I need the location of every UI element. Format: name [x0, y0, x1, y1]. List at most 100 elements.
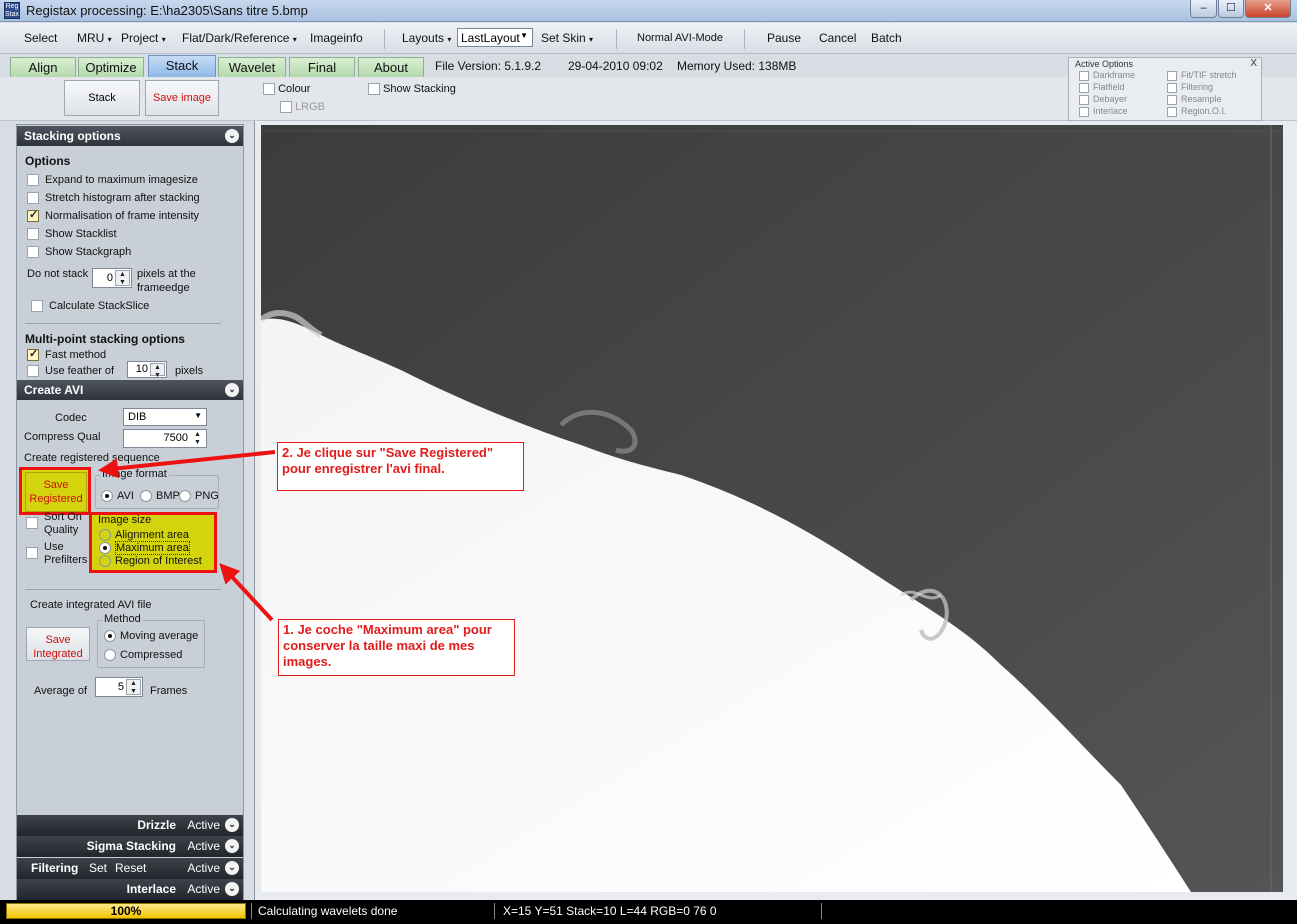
filtering-set-button[interactable]: Set [89, 858, 107, 879]
tab-wavelet[interactable]: Wavelet [218, 57, 286, 77]
collapse-icon[interactable]: ⌄ [225, 383, 239, 397]
frameedge-stepper[interactable]: 0 ▲ ▼ [92, 268, 132, 288]
moving-average-option[interactable]: Moving average [104, 630, 199, 643]
layout-select[interactable]: LastLayout ▼ [457, 28, 533, 47]
menu-imageinfo[interactable]: Imageinfo [310, 31, 363, 45]
compress-stepper[interactable]: 7500 ▲ ▼ [123, 429, 207, 448]
compressed-option[interactable]: Compressed [104, 649, 182, 662]
filtering-section[interactable]: Filtering Set Reset Active ⌄ [17, 858, 243, 879]
tab-final[interactable]: Final [289, 57, 355, 77]
minimize-icon[interactable]: – [1190, 0, 1217, 18]
average-stepper[interactable]: 5 ▲ ▼ [95, 677, 143, 697]
alignment-area-radio[interactable] [99, 529, 111, 542]
format-avi-option[interactable]: AVI [101, 490, 134, 503]
show-stacking-checkbox[interactable] [368, 83, 380, 96]
save-image-button[interactable]: Save image [145, 80, 219, 116]
collapse-icon[interactable]: ⌄ [225, 129, 239, 143]
codec-select[interactable]: DIB ▼ [123, 408, 207, 426]
normal-avi-mode-button[interactable]: Normal AVI-Mode [637, 32, 723, 44]
expand-option[interactable]: Expand to maximum imagesize [27, 174, 198, 187]
stretch-checkbox[interactable] [27, 192, 39, 205]
menu-set-skin[interactable]: Set Skin ▾ [541, 31, 593, 45]
sort-on-quality-option[interactable]: Sort On Quality [26, 511, 92, 537]
tab-about[interactable]: About [358, 57, 424, 77]
image-viewport[interactable] [254, 121, 1297, 900]
menu-project[interactable]: Project ▾ [121, 31, 166, 45]
tab-stack[interactable]: Stack [148, 55, 216, 77]
stack-button[interactable]: Stack [64, 80, 140, 116]
fast-method-checkbox[interactable] [27, 347, 39, 362]
expand-icon[interactable]: ⌄ [225, 839, 239, 853]
format-bmp-option[interactable]: BMP [140, 490, 180, 503]
expand-checkbox[interactable] [27, 174, 39, 187]
format-png-option[interactable]: PNG [179, 490, 219, 503]
alignment-area-option[interactable]: Alignment area [99, 529, 189, 542]
stepper-arrows-icon[interactable]: ▲ ▼ [115, 270, 130, 286]
show-stacklist-checkbox[interactable] [27, 228, 39, 241]
format-avi-radio[interactable] [101, 490, 113, 503]
ao-interlace: Interlace [1079, 106, 1128, 117]
batch-button[interactable]: Batch [871, 31, 902, 45]
sigma-active: Active [187, 839, 220, 853]
save-integrated-button[interactable]: Save Integrated [26, 627, 90, 661]
stackslice-option[interactable]: Calculate StackSlice [31, 300, 149, 313]
stackslice-checkbox[interactable] [31, 300, 43, 313]
menu-layouts[interactable]: Layouts ▾ [402, 31, 451, 45]
sort-on-quality-checkbox[interactable] [26, 517, 38, 529]
use-feather-checkbox[interactable] [27, 365, 39, 378]
lrgb-option[interactable]: LRGB [280, 101, 325, 114]
menu-mru[interactable]: MRU ▾ [77, 31, 112, 45]
stepper-arrows-icon[interactable]: ▲ ▼ [190, 431, 205, 446]
show-stackgraph-checkbox[interactable] [27, 246, 39, 259]
region-of-interest-radio[interactable] [99, 555, 111, 568]
region-of-interest-option[interactable]: Region of Interest [99, 555, 202, 568]
fast-method-option[interactable]: Fast method [27, 347, 106, 362]
expand-icon[interactable]: ⌄ [225, 861, 239, 875]
maximize-icon[interactable]: ☐ [1218, 0, 1244, 18]
stepper-arrows-icon[interactable]: ▲ ▼ [126, 679, 141, 695]
normalisation-checkbox[interactable] [27, 208, 39, 223]
cancel-button[interactable]: Cancel [819, 31, 856, 45]
menu-select[interactable]: Select [24, 31, 57, 45]
stretch-option[interactable]: Stretch histogram after stacking [27, 192, 200, 205]
colour-checkbox[interactable] [263, 83, 275, 96]
tab-optimize[interactable]: Optimize [78, 57, 144, 77]
menu-flat-dark-reference[interactable]: Flat/Dark/Reference ▾ [182, 31, 297, 45]
drizzle-section[interactable]: Drizzle Active ⌄ [17, 815, 243, 836]
use-feather-option[interactable]: Use feather of [27, 365, 114, 378]
active-options-close-icon[interactable]: X [1250, 58, 1257, 69]
maximum-area-radio[interactable] [99, 542, 111, 555]
lrgb-checkbox[interactable] [280, 101, 292, 114]
stepper-arrows-icon[interactable]: ▲ ▼ [150, 363, 165, 379]
interlace-section[interactable]: Interlace Active ⌄ [17, 879, 243, 900]
pause-button[interactable]: Pause [767, 31, 801, 45]
ao-checkbox [1079, 70, 1089, 81]
use-prefilters-checkbox[interactable] [26, 547, 38, 559]
format-png-radio[interactable] [179, 490, 191, 503]
stacking-options-header[interactable]: Stacking options ⌄ [17, 126, 243, 146]
solar-limb-image[interactable] [261, 125, 1283, 892]
colour-option[interactable]: Colour [263, 83, 310, 96]
expand-icon[interactable]: ⌄ [225, 882, 239, 896]
moving-average-label: Moving average [120, 630, 199, 642]
format-bmp-radio[interactable] [140, 490, 152, 503]
show-stacklist-option[interactable]: Show Stacklist [27, 228, 117, 241]
tab-align[interactable]: Align [10, 57, 76, 77]
normalisation-option[interactable]: Normalisation of frame intensity [27, 208, 199, 223]
maximum-area-option[interactable]: Maximum area [99, 541, 190, 555]
filtering-reset-button[interactable]: Reset [115, 858, 146, 879]
show-stackgraph-option[interactable]: Show Stackgraph [27, 246, 131, 259]
status-message: Calculating wavelets done [258, 904, 398, 918]
feather-stepper[interactable]: 10 ▲ ▼ [127, 361, 167, 379]
do-not-stack-label: Do not stack [27, 268, 89, 280]
sigma-stacking-section[interactable]: Sigma Stacking Active ⌄ [17, 836, 243, 857]
compressed-radio[interactable] [104, 649, 116, 662]
close-icon[interactable]: ✕ [1245, 0, 1291, 18]
frames-label: Frames [150, 685, 188, 697]
use-prefilters-option[interactable]: Use Prefilters [26, 541, 92, 567]
show-stacking-option[interactable]: Show Stacking [368, 83, 456, 96]
moving-average-radio[interactable] [104, 630, 116, 643]
create-avi-header[interactable]: Create AVI ⌄ [17, 380, 243, 400]
save-registered-button[interactable]: Save Registered [25, 472, 87, 512]
expand-icon[interactable]: ⌄ [225, 818, 239, 832]
